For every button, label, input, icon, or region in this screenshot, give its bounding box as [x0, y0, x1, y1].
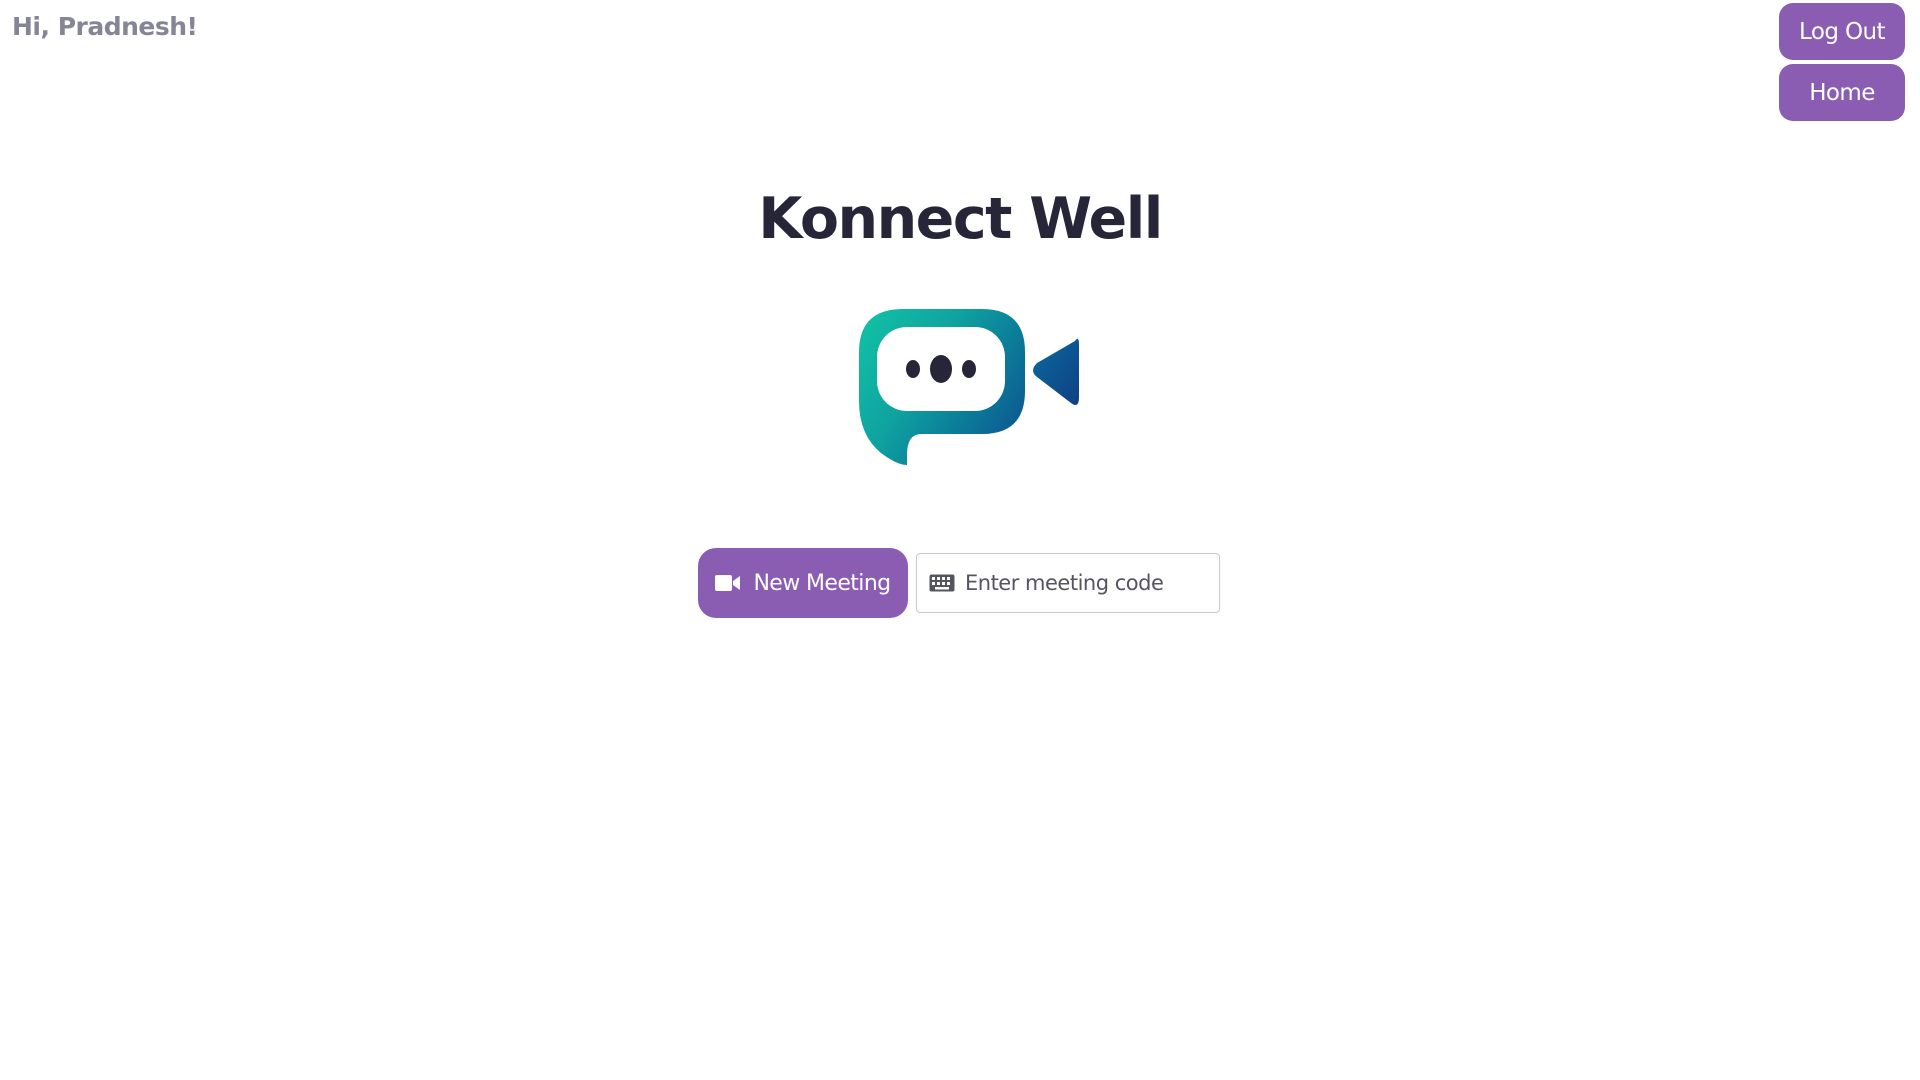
home-button[interactable]: Home — [1779, 64, 1905, 121]
logout-button[interactable]: Log Out — [1779, 3, 1905, 60]
landing-page: Hi, Pradnesh! Log Out Home Konnect Well — [0, 0, 1920, 1080]
meeting-actions: New Meeting — [698, 548, 1220, 618]
top-actions: Log Out Home — [1779, 3, 1905, 121]
keyboard-icon — [929, 574, 955, 592]
new-meeting-button[interactable]: New Meeting — [698, 548, 908, 618]
new-meeting-label: New Meeting — [753, 570, 891, 596]
app-title: Konnect Well — [758, 186, 1163, 252]
meeting-code-input[interactable] — [965, 571, 1205, 595]
video-camera-icon — [715, 574, 741, 592]
meeting-code-field[interactable] — [916, 553, 1220, 613]
video-chat-logo-icon — [859, 309, 1079, 465]
user-greeting: Hi, Pradnesh! — [12, 12, 198, 41]
